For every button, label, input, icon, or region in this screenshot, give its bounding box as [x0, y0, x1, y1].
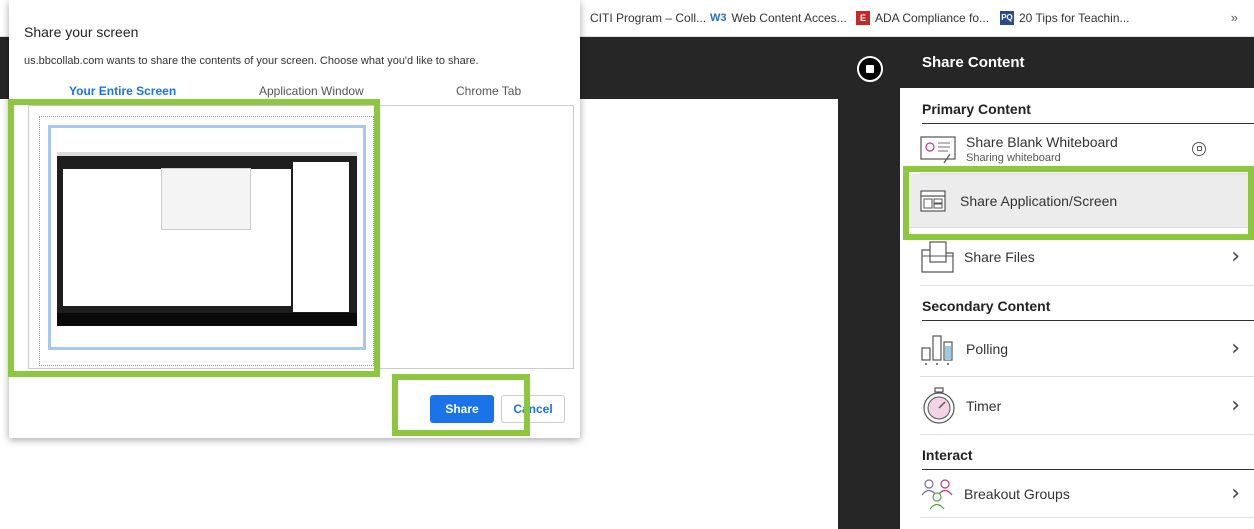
bookmark-label: 20 Tips for Teachin... — [1019, 11, 1130, 25]
application-screen-label: Share Application/Screen — [960, 192, 1118, 209]
bookmark-citi[interactable]: CITI Program – Coll... — [590, 11, 706, 25]
secondary-content-heading: Secondary Content — [922, 298, 1254, 321]
share-button[interactable]: Share — [430, 395, 494, 423]
e-icon: E — [856, 11, 870, 25]
breakout-groups-item[interactable]: Breakout Groups › — [920, 470, 1254, 518]
w3-icon: W3 — [710, 12, 727, 24]
timer-label: Timer — [966, 397, 1002, 414]
primary-content-heading: Primary Content — [922, 101, 1254, 124]
bookmark-label: Web Content Acces... — [731, 11, 847, 25]
chevron-right-icon: › — [1231, 336, 1240, 361]
chevron-right-icon: › — [1231, 393, 1240, 418]
tab-entire-screen[interactable]: Your Entire Screen — [69, 84, 176, 98]
share-application-screen-item[interactable]: Share Application/Screen — [908, 174, 1254, 228]
chevron-right-icon: › — [1231, 481, 1240, 506]
files-icon — [921, 240, 954, 273]
whiteboard-status: Sharing whiteboard — [966, 151, 1061, 164]
bookmark-tips[interactable]: PQ 20 Tips for Teachin... — [1000, 11, 1130, 25]
polling-label: Polling — [966, 340, 1009, 357]
tab-chrome-tab[interactable]: Chrome Tab — [456, 84, 521, 98]
polling-item[interactable]: Polling › — [920, 321, 1254, 377]
stop-whiteboard-icon[interactable] — [1192, 141, 1206, 156]
tab-application-window[interactable]: Application Window — [259, 84, 364, 98]
chevron-right-icon: › — [1231, 244, 1240, 269]
dialog-description: us.bbcollab.com wants to share the conte… — [24, 55, 479, 67]
panel-title: Share Content — [900, 37, 1254, 88]
application-window-icon — [920, 189, 946, 212]
polling-icon — [921, 334, 953, 365]
breakout-groups-icon — [921, 478, 953, 509]
bookmark-web-content[interactable]: W3 Web Content Acces... — [710, 11, 847, 25]
share-files-item[interactable]: Share Files › — [920, 228, 1254, 286]
dialog-title: Share your screen — [24, 24, 139, 40]
screen-preview-image — [57, 152, 357, 326]
bookmark-label: CITI Program – Coll... — [590, 11, 707, 25]
active-tab-indicator — [19, 102, 215, 104]
share-content-panel: Share Content Primary Content Share Blan… — [900, 37, 1254, 529]
bookmark-ada[interactable]: E ADA Compliance fo... — [856, 11, 989, 25]
share-screen-dialog: Share your screen us.bbcollab.com wants … — [9, 0, 580, 438]
files-label: Share Files — [964, 248, 1035, 265]
stop-sharing-button[interactable] — [857, 56, 883, 82]
whiteboard-icon — [920, 135, 956, 163]
timer-item[interactable]: Timer › — [920, 377, 1254, 435]
interact-heading: Interact — [922, 447, 1254, 470]
entire-screen-thumbnail[interactable] — [48, 125, 366, 350]
share-blank-whiteboard-item[interactable]: Share Blank Whiteboard Sharing whiteboar… — [920, 124, 1254, 174]
source-tabs: Your Entire Screen Application Window Ch… — [9, 80, 580, 104]
bookmarks-overflow-button[interactable]: » — [1231, 10, 1238, 25]
stop-icon — [866, 65, 874, 73]
stage-side-bar — [838, 37, 900, 529]
screen-picker — [28, 105, 574, 369]
breakout-groups-label: Breakout Groups — [964, 485, 1070, 502]
whiteboard-label: Share Blank Whiteboard — [966, 133, 1118, 150]
tips-icon: PQ — [1000, 11, 1014, 25]
bookmark-label: ADA Compliance fo... — [875, 11, 990, 25]
cancel-button[interactable]: Cancel — [501, 395, 565, 423]
timer-icon — [923, 386, 955, 424]
